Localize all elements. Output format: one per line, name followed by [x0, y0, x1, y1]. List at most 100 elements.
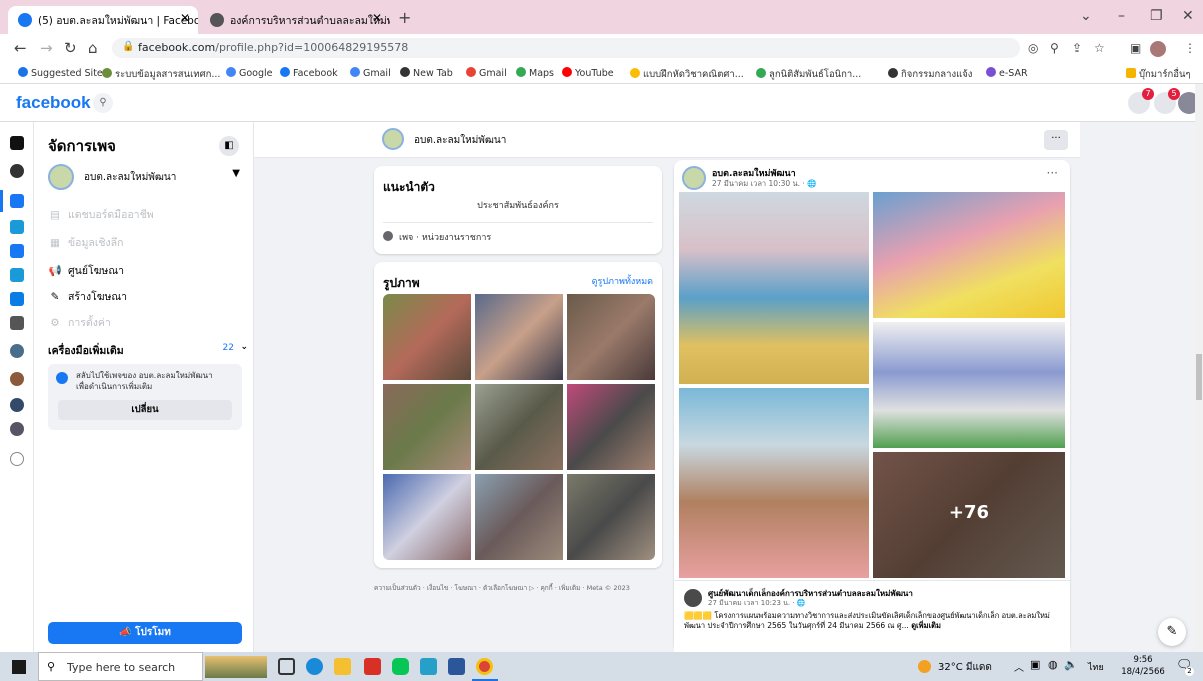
post-more-icon[interactable]: ···	[1047, 166, 1058, 180]
bookmark-item[interactable]: Facebook	[280, 67, 338, 79]
clock[interactable]: 9:56 18/4/2566	[1118, 654, 1168, 678]
edge-icon[interactable]	[306, 658, 323, 675]
close-tab-icon[interactable]: ✕	[372, 11, 382, 25]
bookmark-item[interactable]: แบบฝึกหัดวิชาคณิตศา...	[630, 67, 744, 82]
messenger-icon[interactable]: 7	[1128, 88, 1154, 114]
photo-thumb[interactable]	[567, 474, 655, 560]
bookmark-item[interactable]: Gmail	[466, 67, 507, 79]
weather-text[interactable]: 32°C มีแดด	[938, 660, 992, 675]
bookmark-item[interactable]: YouTube	[562, 67, 614, 79]
bookmark-item[interactable]: Maps	[516, 67, 554, 79]
watch-icon[interactable]	[10, 268, 24, 282]
page-scrollbar[interactable]	[1195, 84, 1203, 652]
maximize-button[interactable]: ❐	[1150, 8, 1163, 24]
chrome-icon[interactable]	[476, 658, 493, 675]
home-button[interactable]: ⌂	[88, 39, 98, 57]
facebook-logo[interactable]: facebook	[16, 93, 91, 113]
see-all-photos-link[interactable]: ดูรูปภาพทั้งหมด	[592, 274, 653, 288]
volume-icon[interactable]: 🔈	[1064, 658, 1078, 671]
promote-button[interactable]: 📣 โปรโมท	[48, 622, 242, 644]
menu-icon[interactable]: ⋮	[1184, 41, 1196, 55]
shortcut-group-icon[interactable]	[10, 422, 24, 436]
zoom-icon[interactable]: ⚲	[1050, 41, 1059, 55]
menu-create-ad[interactable]: ✎ สร้างโฆษณา	[48, 288, 127, 305]
bookmark-folder[interactable]: บุ๊กมาร์กอื่นๆ	[1126, 67, 1191, 82]
photo-thumb[interactable]	[383, 294, 471, 380]
minimize-button[interactable]: –	[1118, 8, 1125, 24]
photo-thumb[interactable]	[383, 474, 471, 560]
bookmark-item[interactable]: e-SAR	[986, 67, 1028, 79]
home-icon[interactable]	[10, 136, 24, 150]
page-name[interactable]: อบต.ละลมใหม่พัฒนา	[414, 133, 506, 148]
new-tab-button[interactable]: +	[398, 8, 411, 27]
pages-icon[interactable]	[10, 194, 24, 208]
page-selector[interactable]: อบต.ละลมใหม่พัฒนา ▼	[48, 162, 244, 192]
profile-icon[interactable]	[10, 164, 24, 178]
tab-search-icon[interactable]: ⌄	[1080, 8, 1092, 24]
feeds-icon[interactable]	[10, 292, 24, 306]
menu-ad-center[interactable]: 📢 ศูนย์โฆษณา	[48, 262, 124, 279]
post-photo[interactable]: +76	[873, 452, 1065, 578]
store-icon[interactable]	[420, 658, 437, 675]
photo-thumb[interactable]	[475, 474, 563, 560]
search-icon[interactable]: ⚲	[93, 93, 113, 113]
taskbar-search[interactable]: ⚲ Type here to search	[38, 652, 203, 681]
sidepanel-icon[interactable]: ▣	[1130, 41, 1141, 55]
more-tools-header[interactable]: เครื่องมือเพิ่มเติม 22 ⌄	[48, 342, 248, 359]
close-window-button[interactable]: ✕	[1182, 8, 1194, 24]
windows-start-icon[interactable]	[12, 660, 26, 674]
forward-button[interactable]: →	[40, 39, 53, 57]
close-tab-icon[interactable]: ✕	[180, 11, 190, 25]
file-explorer-icon[interactable]	[334, 658, 351, 675]
shortcut-page-icon[interactable]	[10, 398, 24, 412]
menu-settings[interactable]: ⚙ การตั้งค่า	[48, 314, 110, 331]
bookmark-item[interactable]: Google	[226, 67, 273, 79]
tray-app-icon[interactable]: ▣	[1030, 658, 1040, 671]
notification-center-icon[interactable]: 🗨 2	[1176, 658, 1194, 676]
post-photo[interactable]	[679, 192, 869, 384]
scrollbar-thumb[interactable]	[1196, 354, 1202, 400]
photo-thumb[interactable]	[475, 294, 563, 380]
bookmark-item[interactable]: Gmail	[350, 67, 391, 79]
shortcut-page-icon[interactable]	[10, 372, 24, 386]
groups-icon[interactable]	[10, 220, 24, 234]
shared-time[interactable]: 27 มีนาคม เวลา 10:23 น. · 🌐	[708, 598, 806, 609]
notifications-icon[interactable]: 5	[1154, 88, 1180, 114]
photo-thumb[interactable]	[383, 384, 471, 470]
bookmark-item[interactable]: ลูกนิติสัมพันธ์โอนิกา...	[756, 67, 861, 82]
bookmark-star-icon[interactable]: ☆	[1094, 41, 1105, 55]
switch-view-icon[interactable]: ◧	[219, 136, 239, 156]
menu-grid-icon[interactable]	[10, 316, 24, 330]
page-avatar[interactable]	[382, 128, 404, 150]
photo-thumb[interactable]	[475, 384, 563, 470]
shared-author-avatar[interactable]	[684, 589, 702, 607]
post-time[interactable]: 27 มีนาคม เวลา 10:30 น. · 🌐	[712, 178, 817, 190]
post-photo[interactable]	[679, 388, 869, 578]
link-icon[interactable]	[10, 452, 24, 466]
menu-insights[interactable]: ▦ ข้อมูลเชิงลึก	[48, 234, 123, 251]
word-icon[interactable]	[448, 658, 465, 675]
language-indicator[interactable]: ไทย	[1088, 660, 1104, 674]
google-lens-icon[interactable]: ◎	[1028, 41, 1038, 55]
menu-dashboard[interactable]: ▤ แดชบอร์ดมืออาชีพ	[48, 206, 154, 223]
acrobat-icon[interactable]	[364, 658, 381, 675]
see-more-link[interactable]: ดูเพิ่มเติม	[911, 621, 941, 630]
marketplace-icon[interactable]	[10, 244, 24, 258]
network-icon[interactable]: ◍	[1048, 658, 1058, 671]
tab-facebook[interactable]: (5) อบต.ละลมใหม่พัฒนา | Facebook ✕	[8, 6, 198, 34]
profile-avatar[interactable]	[1150, 41, 1166, 57]
post-photo[interactable]	[873, 322, 1065, 448]
share-icon[interactable]: ⇪	[1072, 41, 1082, 55]
tab-organization[interactable]: องค์การบริหารส่วนตำบลละลมใหม่พัฒ ✕	[200, 6, 390, 34]
post-photo[interactable]	[873, 192, 1065, 318]
new-message-icon[interactable]: ✎	[1158, 618, 1186, 646]
bookmark-item[interactable]: Suggested Sites	[18, 67, 108, 79]
bookmark-item[interactable]: กิจกรรมกลางแจ้ง	[888, 67, 972, 82]
shortcut-page-icon[interactable]	[10, 344, 24, 358]
photo-thumb[interactable]	[567, 294, 655, 380]
switch-button[interactable]: เปลี่ยน	[58, 400, 232, 420]
line-icon[interactable]	[392, 658, 409, 675]
back-button[interactable]: ←	[14, 39, 27, 57]
more-options-button[interactable]: ···	[1044, 130, 1068, 150]
reload-button[interactable]: ↻	[64, 39, 77, 57]
